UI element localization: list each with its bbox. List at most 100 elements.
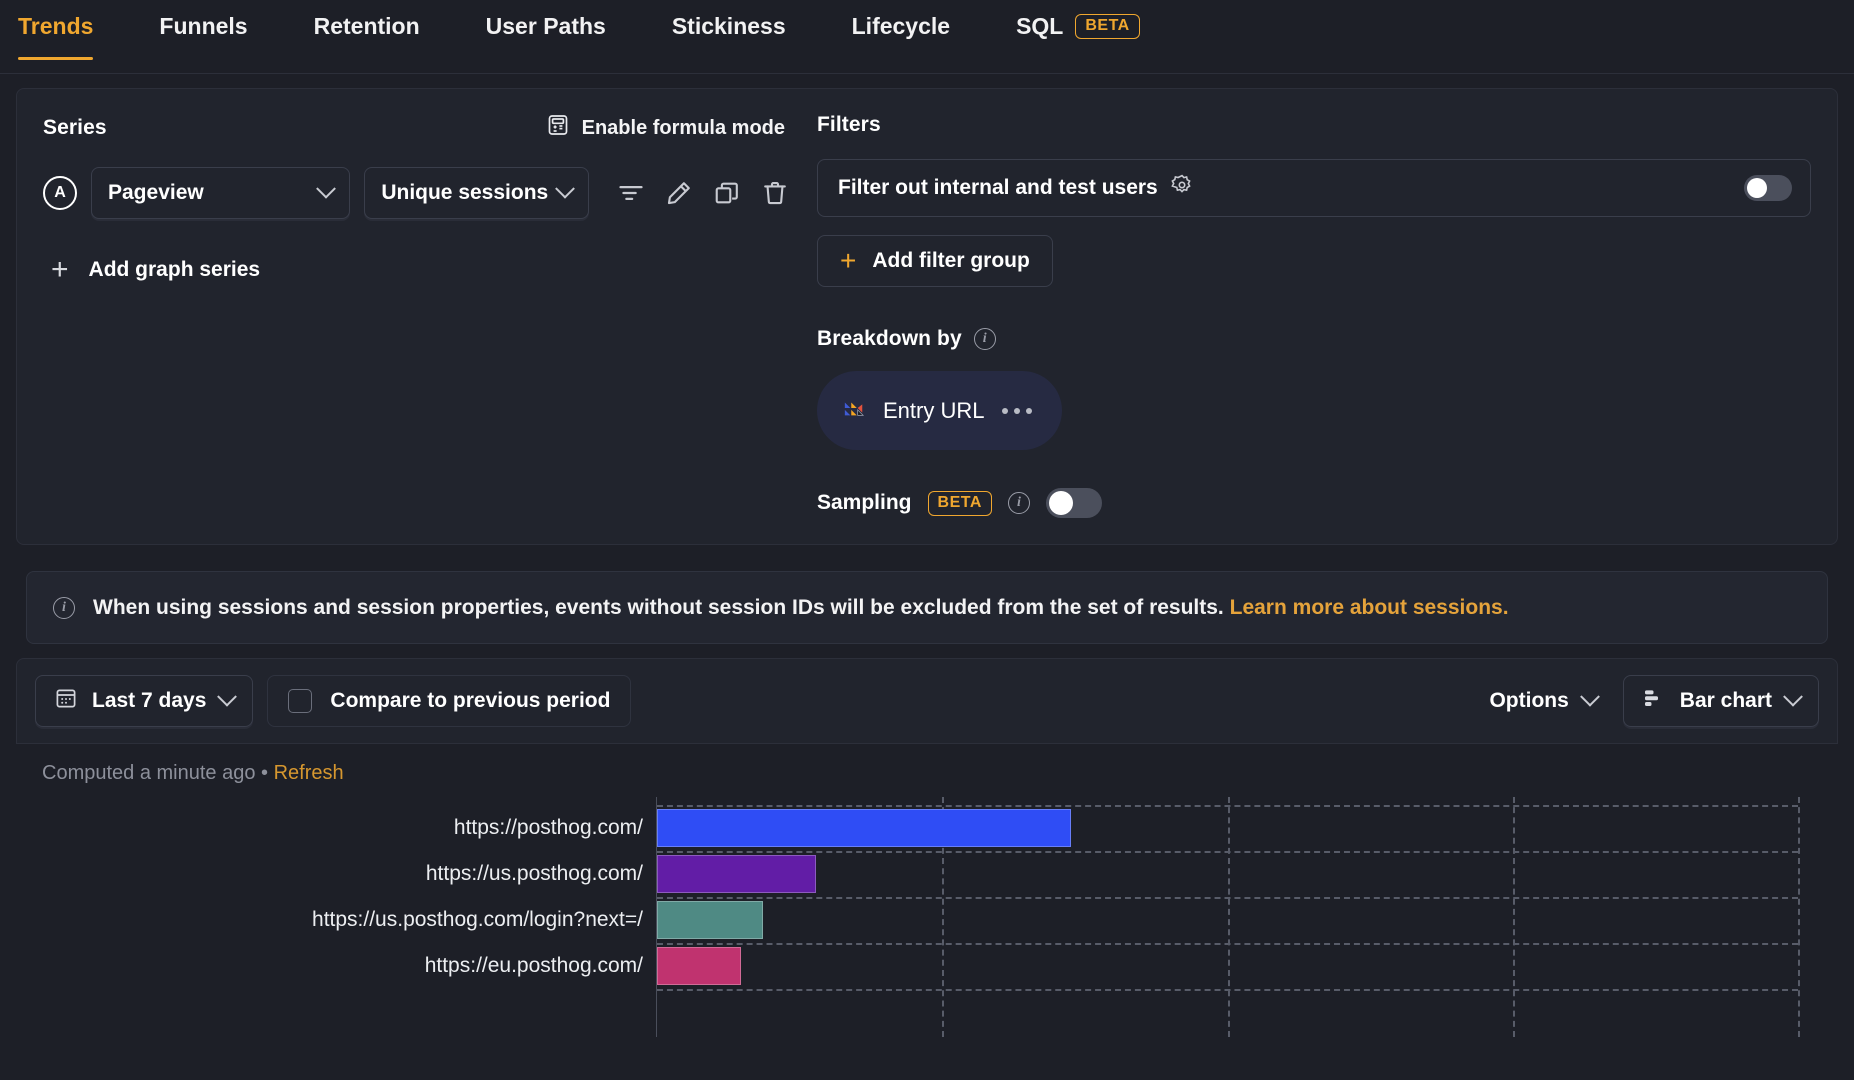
tab-label: Stickiness	[671, 12, 786, 39]
calculator-icon	[546, 113, 570, 143]
status-separator: •	[261, 762, 269, 785]
options-label: Options	[1489, 689, 1569, 713]
breakdown-property-label: Entry URL	[883, 397, 985, 423]
series-letter-badge: A	[43, 176, 77, 210]
event-select[interactable]: Pageview	[91, 167, 351, 219]
sampling-row: Sampling BETA i	[817, 488, 1811, 518]
compare-previous-period-checkbox[interactable]: Compare to previous period	[267, 675, 632, 728]
internal-users-filter-label: Filter out internal and test users	[838, 176, 1158, 199]
refresh-button[interactable]: Refresh	[274, 762, 344, 784]
sessions-info-banner: i When using sessions and session proper…	[26, 571, 1828, 645]
tab-label: Trends	[18, 12, 94, 39]
chart-category-label: https://us.posthog.com/login?next=/	[312, 908, 643, 932]
internal-users-filter-toggle[interactable]	[1744, 175, 1792, 201]
chart-bar[interactable]	[657, 809, 1071, 848]
series-title: Series	[43, 116, 107, 139]
bar-chart-icon	[1642, 686, 1666, 716]
chart-category-label: https://posthog.com/	[453, 816, 643, 840]
tab-funnels[interactable]: Funnels	[159, 12, 248, 60]
enable-formula-mode-button[interactable]: Enable formula mode	[546, 113, 785, 143]
tab-stickiness[interactable]: Stickiness	[671, 12, 786, 60]
series-header: Series Enable formula mode	[43, 113, 789, 143]
internal-users-filter-row: Filter out internal and test users	[817, 159, 1811, 217]
query-definition-card: Series Enable formula mode A Pageview Un…	[16, 88, 1838, 545]
chart-bar-row: https://us.posthog.com/	[426, 851, 1798, 897]
ellipsis-icon[interactable]	[1002, 407, 1033, 414]
tab-label: User Paths	[485, 12, 606, 39]
breakdown-title: Breakdown by	[817, 327, 962, 350]
math-select[interactable]: Unique sessions	[364, 167, 589, 219]
series-action-icons	[617, 179, 789, 207]
add-filter-group-label: Add filter group	[872, 249, 1030, 272]
computed-text: Computed a minute ago	[42, 762, 256, 785]
info-icon[interactable]: i	[1007, 492, 1030, 514]
plus-icon: +	[840, 245, 857, 276]
tab-trends[interactable]: Trends	[18, 12, 94, 60]
chart-bar-row: https://posthog.com/	[454, 805, 1798, 851]
banner-text-group: When using sessions and session properti…	[93, 594, 1509, 621]
checkbox-icon	[288, 689, 313, 714]
chart-type-select[interactable]: Bar chart	[1622, 675, 1819, 728]
chevron-down-icon	[1579, 687, 1600, 707]
chart-bar-row: https://us.posthog.com/login?next=/	[312, 897, 1798, 943]
tab-lifecycle[interactable]: Lifecycle	[851, 12, 951, 60]
toggle-knob	[1048, 491, 1073, 515]
duplicate-icon[interactable]	[713, 179, 741, 207]
beta-badge: BETA	[1075, 13, 1140, 39]
chart-inner: https://posthog.com/https://us.posthog.c…	[16, 797, 1838, 1038]
banner-message: When using sessions and session properti…	[93, 596, 1224, 619]
tab-label: Funnels	[159, 12, 248, 39]
filters-column: Filters Filter out internal and test use…	[803, 113, 1811, 518]
sampling-toggle[interactable]	[1045, 488, 1102, 518]
filters-title: Filters	[817, 113, 881, 136]
internal-users-filter-label-group: Filter out internal and test users	[838, 173, 1194, 203]
chevron-down-icon	[217, 687, 238, 707]
chart-bar[interactable]	[657, 855, 816, 894]
options-button[interactable]: Options	[1489, 687, 1600, 713]
plus-icon: +	[51, 253, 69, 286]
calendar-icon	[54, 686, 78, 716]
add-graph-series-label: Add graph series	[88, 258, 261, 281]
info-icon[interactable]: i	[973, 328, 996, 350]
toolbar-left-group: Last 7 days Compare to previous period	[35, 675, 632, 728]
computed-status-bar: Computed a minute ago • Refresh	[16, 744, 1838, 798]
gear-icon[interactable]	[1170, 173, 1194, 203]
tab-label: SQL	[1016, 12, 1064, 39]
chart-category-label: https://us.posthog.com/	[425, 862, 643, 886]
date-range-select[interactable]: Last 7 days	[35, 675, 254, 728]
compare-previous-period-label: Compare to previous period	[330, 689, 611, 713]
tab-retention[interactable]: Retention	[313, 12, 420, 60]
chart-gridline-horizontal	[657, 989, 1798, 992]
chart-toolbar: Last 7 days Compare to previous period O…	[16, 658, 1838, 745]
series-column: Series Enable formula mode A Pageview Un…	[43, 113, 803, 518]
info-icon: i	[53, 596, 75, 619]
add-graph-series-button[interactable]: + Add graph series	[43, 255, 789, 285]
chart-plot-area: https://posthog.com/https://us.posthog.c…	[312, 797, 1800, 1038]
breakdown-property-pill[interactable]: Entry URL	[817, 371, 1063, 450]
chart-gridline-vertical	[1798, 797, 1800, 1038]
chevron-down-icon	[555, 178, 575, 199]
date-range-value: Last 7 days	[92, 689, 207, 713]
trash-icon[interactable]	[761, 179, 789, 207]
sampling-beta-badge: BETA	[927, 490, 992, 516]
learn-more-link[interactable]: Learn more about sessions.	[1230, 596, 1509, 619]
trends-bar-chart: https://posthog.com/https://us.posthog.c…	[16, 797, 1838, 1038]
edit-pencil-icon[interactable]	[665, 179, 693, 207]
math-select-value: Unique sessions	[381, 181, 549, 204]
chart-category-label: https://eu.posthog.com/	[424, 954, 643, 978]
tab-label: Retention	[313, 12, 420, 39]
sampling-label: Sampling	[817, 491, 912, 514]
toolbar-right-group: Options Bar chart	[1489, 675, 1819, 728]
series-row-a: A Pageview Unique sessions	[43, 167, 789, 219]
chart-bar[interactable]	[657, 947, 741, 986]
tab-user-paths[interactable]: User Paths	[485, 12, 606, 60]
chevron-down-icon	[316, 178, 337, 199]
filter-icon[interactable]	[617, 179, 645, 207]
posthog-session-icon	[843, 397, 865, 424]
tab-label: Lifecycle	[851, 12, 951, 39]
chart-bar[interactable]	[657, 901, 763, 940]
tab-sql[interactable]: SQL BETA	[1016, 12, 1140, 61]
analytics-tab-bar: Trends Funnels Retention User Paths Stic…	[0, 0, 1854, 74]
add-filter-group-button[interactable]: + Add filter group	[817, 235, 1053, 287]
toggle-knob	[1747, 178, 1767, 198]
